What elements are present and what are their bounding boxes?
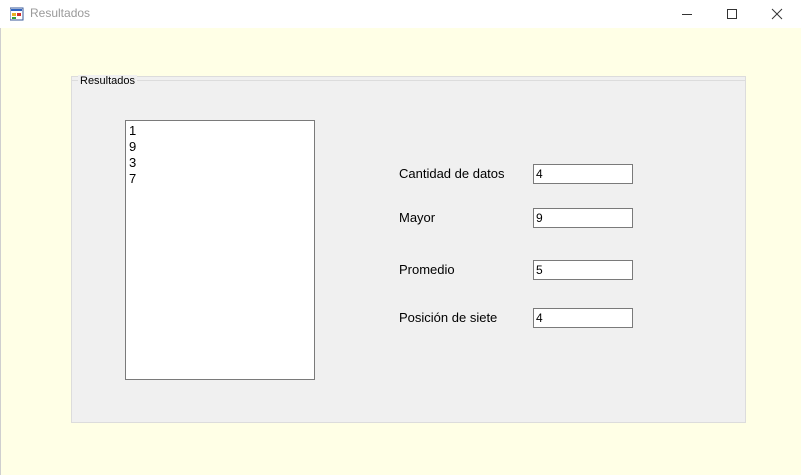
average-input[interactable] bbox=[533, 260, 633, 280]
average-label: Promedio bbox=[399, 262, 455, 277]
data-listbox[interactable]: 1 9 3 7 bbox=[125, 120, 315, 380]
window-edge bbox=[0, 28, 3, 475]
list-item[interactable]: 9 bbox=[129, 139, 311, 155]
minimize-button[interactable] bbox=[664, 0, 710, 28]
list-item[interactable]: 7 bbox=[129, 171, 311, 187]
count-input[interactable] bbox=[533, 164, 633, 184]
seven-position-input[interactable] bbox=[533, 308, 633, 328]
close-button[interactable] bbox=[754, 0, 800, 28]
maximize-icon bbox=[727, 9, 737, 19]
count-label: Cantidad de datos bbox=[399, 166, 505, 181]
app-window: Resultados Resultados 1 9 3 7 Cantidad d… bbox=[0, 0, 801, 475]
groupbox-border bbox=[72, 80, 745, 81]
app-icon bbox=[10, 7, 24, 21]
max-label: Mayor bbox=[399, 210, 436, 225]
window-title: Resultados bbox=[30, 6, 91, 20]
close-icon bbox=[771, 8, 783, 20]
max-input[interactable] bbox=[533, 208, 633, 228]
groupbox-legend: Resultados bbox=[78, 75, 138, 87]
results-groupbox: Resultados 1 9 3 7 Cantidad de datos May… bbox=[71, 75, 746, 423]
list-item[interactable]: 3 bbox=[129, 155, 311, 171]
title-bar[interactable]: Resultados bbox=[0, 0, 801, 28]
minimize-icon bbox=[682, 14, 692, 15]
maximize-button[interactable] bbox=[709, 0, 755, 28]
list-item[interactable]: 1 bbox=[129, 123, 311, 139]
seven-position-label: Posición de siete bbox=[399, 310, 498, 325]
